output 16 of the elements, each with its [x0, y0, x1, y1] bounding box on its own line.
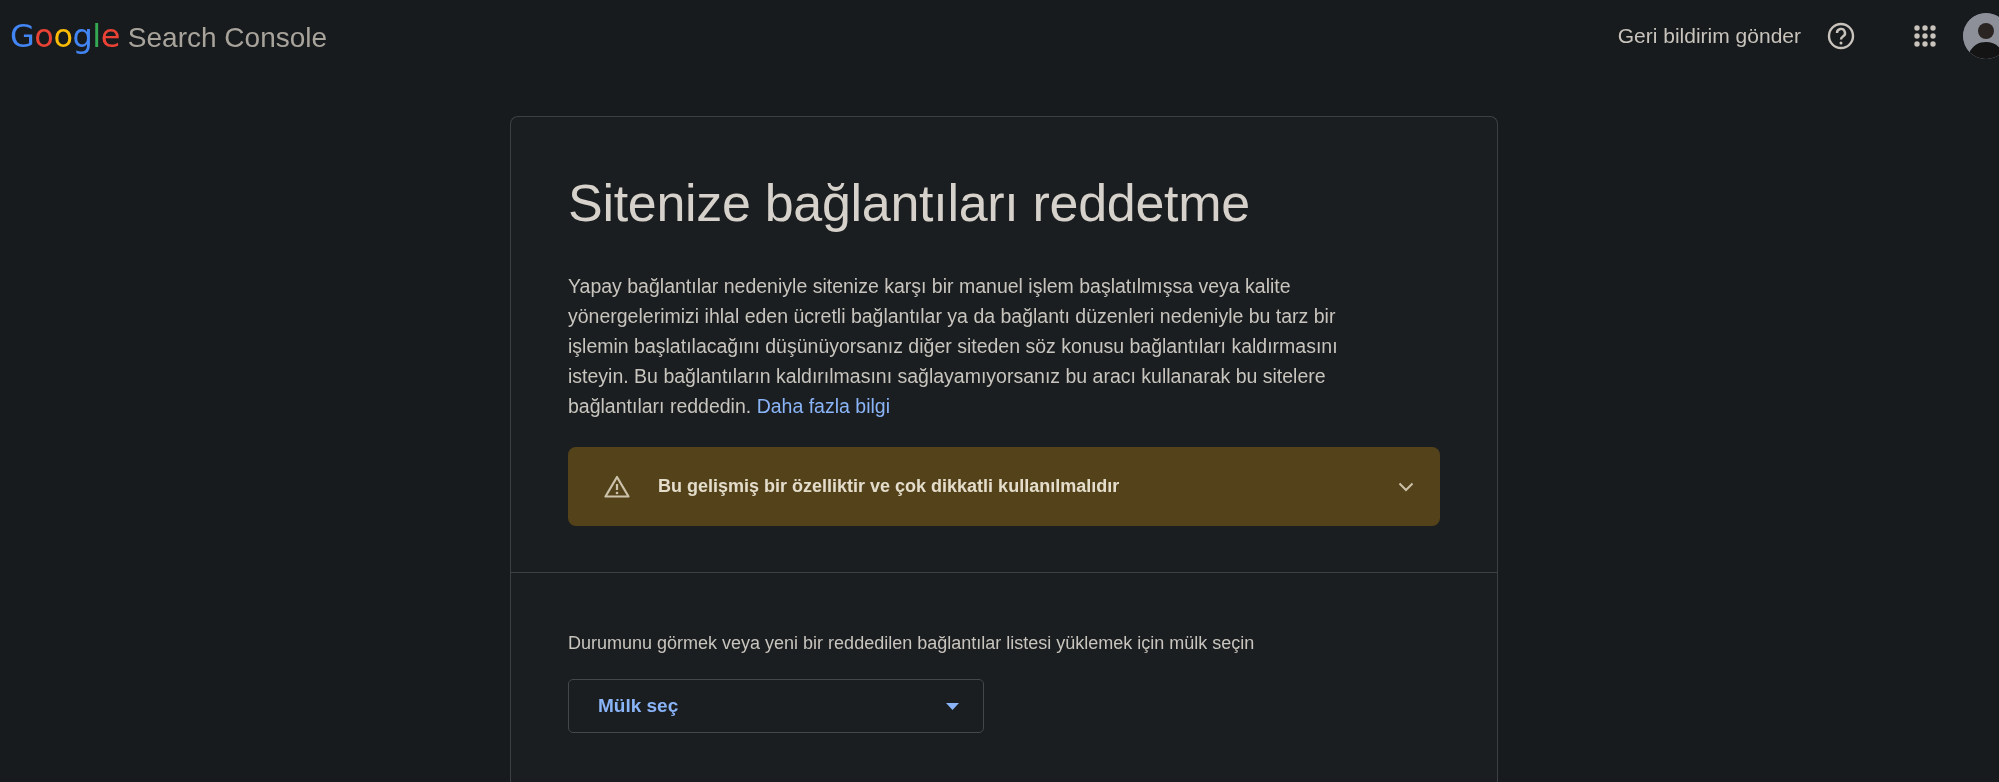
- feedback-link[interactable]: Geri bildirim gönder: [1617, 24, 1801, 48]
- dropdown-arrow-icon: [946, 702, 959, 710]
- page-title: Sitenize bağlantıları reddetme: [568, 173, 1251, 233]
- description-text: Yapay bağlantılar nedeniyle sitenize karşı bir manuel işlem başlatılmışsa veya kalite yönergelerimizi ihlal eden ücretli bağlantılar ya da bağlantı düzenleri nedeniyle bu tarz bir işlemin başlatılacağını düşünüyorsanız diğer siteden söz konusu bağlantıları kaldırmasını isteyin. Bu bağlantıların kaldırılmasını sağlayamıyorsanız bu aracı kullanarak bu sitelere bağlantıları reddedin. Daha fazla bilgi: [568, 274, 1339, 419]
- product-name: Search Console: [127, 22, 328, 54]
- avatar-icon[interactable]: [1963, 13, 1999, 59]
- learn-more-link[interactable]: Daha fazla bilgi: [756, 395, 890, 417]
- help-icon[interactable]: [1827, 22, 1855, 50]
- chevron-icon[interactable]: [1398, 481, 1414, 492]
- warning-text: Bu gelişmiş bir özelliktir ve çok dikkatli kullanılmalıdır: [658, 476, 1121, 497]
- google-logo[interactable]: Google: [10, 17, 120, 55]
- warning-icon: [604, 475, 630, 498]
- apps-grid-icon[interactable]: [1913, 24, 1937, 48]
- property-prompt: Durumunu görmek veya yeni bir reddedilen bağlantılar listesi yüklemek için mülk seçin: [568, 633, 1256, 654]
- property-dropdown[interactable]: Mülk seç: [568, 679, 984, 733]
- warning-banner[interactable]: Bu gelişmiş bir özelliktir ve çok dikkatli kullanılmalıdır: [568, 447, 1440, 526]
